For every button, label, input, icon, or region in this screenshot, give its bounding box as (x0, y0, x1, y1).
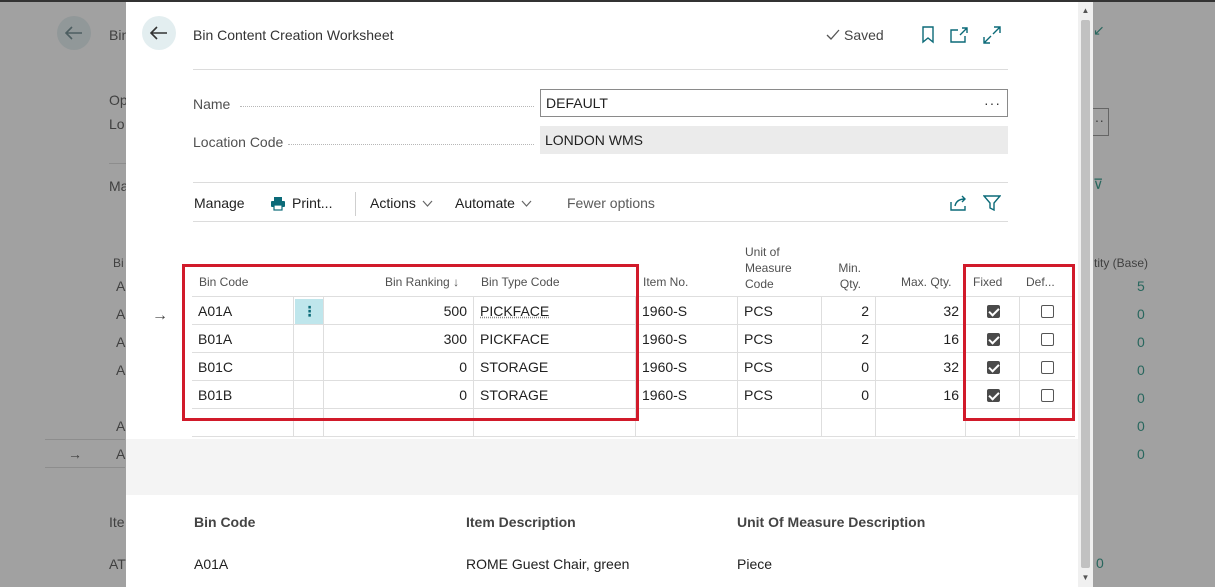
manage-menu[interactable]: Manage (194, 195, 245, 211)
uom-header-line: Code (745, 277, 774, 291)
header-divider (193, 69, 1008, 70)
uom-cell[interactable]: PCS (738, 297, 822, 325)
checkmark-icon (826, 29, 840, 40)
back-button[interactable] (142, 16, 176, 50)
name-field[interactable]: DEFAULT ··· (540, 89, 1008, 117)
saved-status: Saved (826, 27, 884, 43)
item-no-cell[interactable]: 1960-S (636, 353, 738, 381)
expand-button[interactable] (981, 24, 1003, 46)
min-qty-cell[interactable] (822, 409, 876, 437)
scrollbar-thumb[interactable] (1081, 20, 1090, 568)
min-qty-cell[interactable]: 0 (822, 353, 876, 381)
column-header-min-qty[interactable]: Min. Qty. (837, 260, 861, 292)
uom-header-line: Unit of (745, 245, 780, 259)
saved-label: Saved (844, 27, 884, 43)
location-leader-dots (288, 144, 534, 145)
factbox-bin-code-header: Bin Code (194, 514, 256, 530)
name-leader-dots (240, 106, 534, 107)
min-qty-cell[interactable]: 2 (822, 297, 876, 325)
location-code-label: Location Code (193, 134, 284, 150)
automate-label: Automate (455, 195, 515, 211)
column-header-max-qty[interactable]: Max. Qty. (901, 274, 951, 290)
max-qty-cell[interactable]: 32 (876, 353, 966, 381)
expand-icon (983, 26, 1001, 44)
highlight-box-fixed-default (963, 264, 1075, 421)
max-qty-cell[interactable]: 16 (876, 325, 966, 353)
share-button[interactable] (948, 192, 970, 214)
actions-label: Actions (370, 195, 416, 211)
filter-icon (983, 195, 1001, 211)
print-button[interactable]: Print... (270, 195, 332, 211)
filter-button[interactable] (981, 192, 1003, 214)
scroll-down-icon[interactable]: ▼ (1081, 573, 1090, 582)
open-new-window-button[interactable] (948, 24, 970, 46)
manage-label: Manage (194, 195, 245, 211)
print-label: Print... (292, 195, 333, 211)
item-no-cell[interactable]: 1960-S (636, 325, 738, 353)
name-label: Name (193, 96, 231, 112)
fewer-options-label: Fewer options (567, 195, 655, 211)
open-in-new-window-icon (950, 27, 968, 43)
uom-cell[interactable] (738, 409, 822, 437)
factbox-uom-description-value: Piece (737, 556, 773, 572)
highlight-box-bin-columns (182, 264, 639, 421)
chevron-down-icon (422, 200, 433, 207)
current-row-arrow-icon: → (152, 307, 168, 324)
item-no-cell[interactable]: 1960-S (636, 297, 738, 325)
actions-menu[interactable]: Actions (370, 195, 433, 211)
page-title: Bin Content Creation Worksheet (193, 27, 394, 43)
factbox-item-description-header: Item Description (466, 514, 576, 530)
uom-cell[interactable]: PCS (738, 325, 822, 353)
action-separator (355, 192, 356, 216)
actionbar-divider (193, 221, 1008, 222)
min-qty-header-line: Min. (838, 261, 861, 275)
column-header-item-no[interactable]: Item No. (643, 274, 688, 290)
max-qty-cell[interactable]: 32 (876, 297, 966, 325)
factbox-uom-description-header: Unit Of Measure Description (737, 514, 926, 530)
vertical-scrollbar[interactable]: ▲ ▼ (1078, 2, 1093, 587)
item-no-cell[interactable] (636, 409, 738, 437)
fewer-options-button[interactable]: Fewer options (567, 195, 655, 211)
bookmark-icon (922, 26, 934, 44)
name-value: DEFAULT (546, 95, 608, 111)
grid-empty-area (126, 439, 1078, 495)
column-header-uom[interactable]: Unit of Measure Code (745, 244, 792, 292)
uom-cell[interactable]: PCS (738, 353, 822, 381)
factbox-bin-code-value: A01A (194, 556, 229, 572)
chevron-down-icon (521, 200, 532, 207)
item-no-cell[interactable]: 1960-S (636, 381, 738, 409)
factbox-item-description-value: ROME Guest Chair, green (466, 556, 630, 572)
worksheet-dialog: Bin Content Creation Worksheet Saved Nam… (126, 2, 1078, 587)
scroll-up-icon[interactable]: ▲ (1081, 6, 1090, 15)
share-icon (950, 195, 966, 211)
automate-menu[interactable]: Automate (455, 195, 532, 211)
uom-header-line: Measure (745, 261, 792, 275)
min-qty-header-line: Qty. (839, 277, 861, 291)
uom-cell[interactable]: PCS (738, 381, 822, 409)
location-code-field: LONDON WMS (540, 126, 1008, 154)
back-arrow-icon (150, 26, 167, 40)
max-qty-cell[interactable]: 16 (876, 381, 966, 409)
min-qty-cell[interactable]: 2 (822, 325, 876, 353)
max-qty-cell[interactable] (876, 409, 966, 437)
name-lookup-button[interactable]: ··· (984, 90, 1001, 116)
fields-divider (193, 182, 1008, 183)
min-qty-cell[interactable]: 0 (822, 381, 876, 409)
bookmark-button[interactable] (917, 24, 939, 46)
printer-icon (271, 196, 285, 211)
